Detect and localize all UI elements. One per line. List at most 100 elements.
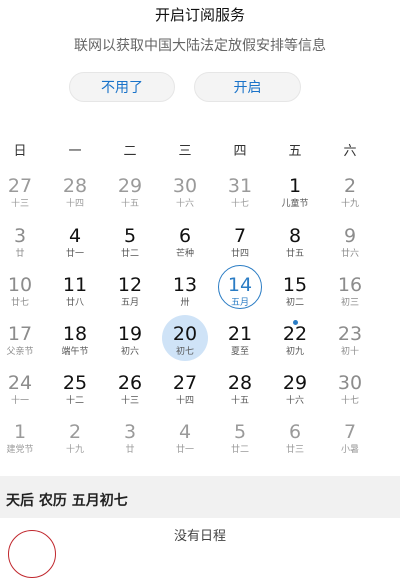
lunar-label: 小暑 [340, 445, 359, 455]
day-number: 31 [227, 175, 253, 197]
lunar-label: 十三 [10, 199, 29, 209]
day-cell[interactable]: 10 廿七 [0, 269, 45, 325]
lunar-label: 十四 [175, 396, 194, 406]
day-number: 28 [62, 175, 88, 197]
subscription-banner: 开启订阅服务 联网以获取中国大陆法定放假安排等信息 不用了 开启 [0, 0, 400, 112]
day-cell[interactable]: 3廿 [0, 220, 45, 276]
lunar-label: 卅 [180, 298, 190, 308]
lunar-label: 五月 [120, 298, 139, 308]
banner-description: 联网以获取中国大陆法定放假安排等信息 [74, 38, 326, 54]
day-number: 24 [7, 372, 33, 394]
day-cell[interactable]: 27 十三 [0, 170, 45, 226]
day-cell[interactable]: 6 廿三 [270, 416, 320, 472]
day-number: 3 [123, 421, 137, 443]
lunar-label: 十二 [65, 396, 84, 406]
day-cell[interactable]: 5 廿二 [215, 416, 265, 472]
decline-button[interactable]: 不用了 [69, 72, 175, 102]
weekday-label: 二 [123, 144, 137, 159]
day-cell[interactable]: 6 芒种 [160, 220, 210, 276]
day-cell[interactable]: 30 十七 [325, 367, 375, 423]
day-cell[interactable]: 23 初十 [325, 318, 375, 374]
day-cell[interactable]: 22 初九 [270, 318, 320, 374]
lunar-label: 十九 [65, 445, 84, 455]
day-cell[interactable]: 9 廿六 [325, 220, 375, 276]
lunar-label: 五月 [230, 298, 249, 308]
lunar-label: 端午节 [61, 347, 89, 357]
day-cell[interactable]: 25 十二 [50, 367, 100, 423]
weekday-label: 一 [68, 144, 82, 159]
lunar-label: 十五 [230, 396, 249, 406]
day-number: 6 [288, 421, 302, 443]
day-number: 30 [172, 175, 198, 197]
day-number: 19 [117, 323, 143, 345]
selected-day-info: 天后 农历 五月初七 [0, 476, 400, 518]
day-cell[interactable]: 7 小暑 [325, 416, 375, 472]
day-cell[interactable]: 30 十六 [160, 170, 210, 226]
day-cell[interactable]: 1 儿童节 [270, 170, 320, 226]
day-number: 29 [117, 175, 143, 197]
day-number: 28 [227, 372, 253, 394]
selected-day-text: 天后 农历 五月初七 [6, 493, 128, 509]
lunar-label: 儿童节 [281, 199, 309, 209]
day-number: 1 [13, 421, 27, 443]
day-number: 20 [172, 323, 198, 345]
day-cell[interactable]: 18 端午节 [50, 318, 100, 374]
day-cell[interactable]: 19 初六 [105, 318, 155, 374]
lunar-label: 建党节 [6, 445, 34, 455]
day-cell[interactable]: 16 初三 [325, 269, 375, 325]
lunar-label: 廿八 [65, 298, 84, 308]
day-cell[interactable]: 4 廿一 [160, 416, 210, 472]
day-number: 27 [7, 175, 33, 197]
day-number: 12 [117, 274, 143, 296]
day-cell[interactable]: 11 廿八 [50, 269, 100, 325]
lunar-label: 十九 [340, 199, 359, 209]
lunar-label: 十四 [65, 199, 84, 209]
day-number: 2 [343, 175, 357, 197]
lunar-label: 廿二 [120, 249, 139, 259]
day-cell[interactable]: 24 十一 [0, 367, 45, 423]
day-cell[interactable]: 21 夏至 [215, 318, 265, 374]
day-cell[interactable]: 12 五月 [105, 269, 155, 325]
day-cell[interactable]: 4 廿一 [50, 220, 100, 276]
day-cell[interactable]: 14 五月 [215, 265, 265, 325]
lunar-label: 初十 [340, 347, 359, 357]
month-grid: 27 十三 28 十四 29 十五 30 十六 31 十七 1 儿童节 2 十九 3 廿 4 廿一 5 廿二 6 芒种 7 廿… [0, 170, 400, 470]
weekday-header: 日一二三四五六 [0, 140, 400, 160]
day-number: 1 [288, 175, 302, 197]
day-cell[interactable]: 17 父亲节 [0, 318, 45, 374]
day-cell[interactable]: 8 廿五 [270, 220, 320, 276]
day-cell[interactable]: 2 十九 [325, 170, 375, 226]
day-cell[interactable]: 15 初二 [270, 269, 320, 325]
day-cell[interactable]: 2 十九 [50, 416, 100, 472]
day-number: 25 [62, 372, 88, 394]
day-number: 9 [343, 225, 357, 247]
enable-button[interactable]: 开启 [194, 72, 301, 102]
lunar-label: 芒种 [175, 249, 194, 259]
day-cell[interactable]: 26 十三 [105, 367, 155, 423]
day-number: 11 [62, 274, 88, 296]
day-cell[interactable]: 29 十五 [105, 170, 155, 226]
lunar-label: 十六 [175, 199, 194, 209]
day-number: 29 [282, 372, 308, 394]
lunar-label: 初九 [285, 347, 304, 357]
day-cell[interactable]: 28 十五 [215, 367, 265, 423]
banner-title: 开启订阅服务 [154, 6, 245, 24]
day-cell[interactable]: 5 廿二 [105, 220, 155, 276]
day-number: 22 [282, 323, 308, 345]
lunar-label: 廿五 [285, 249, 304, 259]
day-cell[interactable]: 29 十六 [270, 367, 320, 423]
lunar-label: 廿 [125, 445, 135, 455]
lunar-label: 十七 [230, 199, 249, 209]
day-cell[interactable]: 28 十四 [50, 170, 100, 226]
day-cell[interactable]: 27 十四 [160, 367, 210, 423]
day-number: 23 [337, 323, 363, 345]
lunar-label: 父亲节 [6, 347, 34, 357]
day-number: 4 [68, 225, 82, 247]
day-cell[interactable]: 20 初七 [160, 315, 210, 374]
day-cell[interactable]: 1 建党节 [0, 416, 45, 472]
lunar-label: 初二 [285, 298, 304, 308]
day-cell[interactable]: 3廿 [105, 416, 155, 472]
day-number: 5 [123, 225, 137, 247]
day-cell[interactable]: 31 十七 [215, 170, 265, 226]
day-number: 3 [13, 225, 27, 247]
